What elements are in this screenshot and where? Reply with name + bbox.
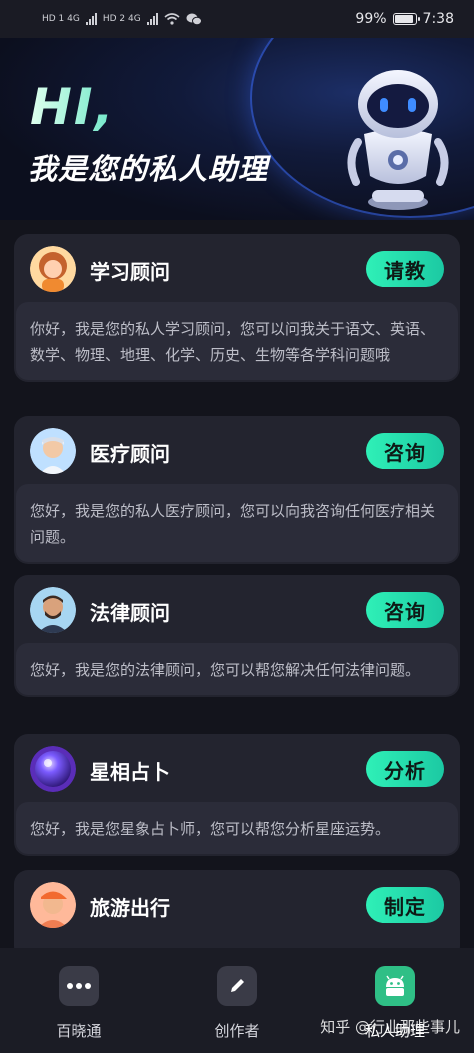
status-right: 99% 7:38 — [355, 11, 454, 27]
card-header: 星相占卜 分析 — [14, 734, 460, 802]
bottom-nav: 百晓通 创作者 私人助理 — [0, 948, 474, 1053]
consult-button[interactable]: 咨询 — [366, 592, 444, 628]
battery-icon — [392, 13, 420, 25]
android-robot-icon — [375, 966, 415, 1006]
nav-label: 创作者 — [214, 1022, 260, 1040]
sim-network-label: HD 1 4G — [42, 14, 80, 24]
assistant-card-medical[interactable]: 医疗顾问 咨询 您好，我是您的私人医疗顾问，您可以向我咨询任何医疗相关问题。 — [14, 416, 460, 564]
study-advisor-avatar — [30, 246, 76, 292]
hero-banner: HI, 我是您的私人助理 — [0, 38, 474, 220]
card-header: 法律顾问 咨询 — [14, 575, 460, 643]
card-title: 星相占卜 — [90, 760, 170, 784]
network-indicators: HD 1 4G HD 2 4G — [42, 13, 202, 26]
card-header: 旅游出行 制定 — [14, 870, 460, 938]
battery-percent: 99% — [355, 11, 387, 27]
nav-tab-creator[interactable]: 创作者 — [158, 948, 316, 1053]
card-description: 你好，我是您的私人学习顾问，您可以问我关于语文、英语、数学、物理、地理、化学、历… — [16, 302, 458, 380]
card-description: 您好，我是您的私人医疗顾问，您可以向我咨询任何医疗相关问题。 — [16, 484, 458, 562]
analyze-button[interactable]: 分析 — [366, 751, 444, 787]
card-title: 旅游出行 — [90, 896, 170, 920]
hero-greeting: HI, — [30, 78, 116, 136]
card-header: 医疗顾问 咨询 — [14, 416, 460, 484]
medical-advisor-avatar — [30, 428, 76, 474]
more-dots-icon — [59, 966, 99, 1006]
card-title: 学习顾问 — [90, 260, 170, 284]
zhihu-watermark: 知乎 @行业那些事儿 — [320, 1018, 460, 1036]
sim2-network-label: HD 2 4G — [102, 14, 141, 24]
hero-subtitle: 我是您的私人助理 — [28, 152, 269, 186]
legal-advisor-avatar — [30, 587, 76, 633]
nav-tab-private-assistant[interactable]: 私人助理 — [316, 948, 474, 1053]
pencil-icon — [217, 966, 257, 1006]
robot-mascot-icon — [347, 70, 449, 210]
wifi-icon — [164, 13, 180, 25]
plan-button[interactable]: 制定 — [366, 887, 444, 923]
travel-advisor-avatar — [30, 882, 76, 928]
assistant-card-study[interactable]: 学习顾问 请教 你好，我是您的私人学习顾问，您可以问我关于语文、英语、数学、物理… — [14, 234, 460, 382]
consult-button[interactable]: 咨询 — [366, 433, 444, 469]
card-header: 学习顾问 请教 — [14, 234, 460, 302]
signal-icon — [85, 13, 97, 25]
card-description: 您好，我是您的法律顾问，您可以帮您解决任何法律问题。 — [16, 643, 458, 695]
assistant-list[interactable]: 学习顾问 请教 你好，我是您的私人学习顾问，您可以问我关于语文、英语、数学、物理… — [0, 220, 474, 948]
card-description: 您好，我是您星象占卜师，您可以帮您分析星座运势。 — [16, 802, 458, 854]
nav-label: 百晓通 — [56, 1022, 102, 1040]
assistant-card-legal[interactable]: 法律顾问 咨询 您好，我是您的法律顾问，您可以帮您解决任何法律问题。 — [14, 575, 460, 697]
clock: 7:38 — [422, 11, 454, 27]
wechat-icon — [186, 13, 202, 25]
ask-button[interactable]: 请教 — [366, 251, 444, 287]
status-bar: HD 1 4G HD 2 4G 99% 7:38 — [0, 0, 474, 38]
assistant-card-travel[interactable]: 旅游出行 制定 — [14, 870, 460, 948]
card-title: 医疗顾问 — [90, 442, 170, 466]
card-title: 法律顾问 — [90, 601, 170, 625]
signal-icon — [146, 13, 158, 25]
assistant-card-astrology[interactable]: 星相占卜 分析 您好，我是您星象占卜师，您可以帮您分析星座运势。 — [14, 734, 460, 856]
nav-tab-baixiaotong[interactable]: 百晓通 — [0, 948, 158, 1053]
astrology-orb-avatar — [30, 746, 76, 792]
